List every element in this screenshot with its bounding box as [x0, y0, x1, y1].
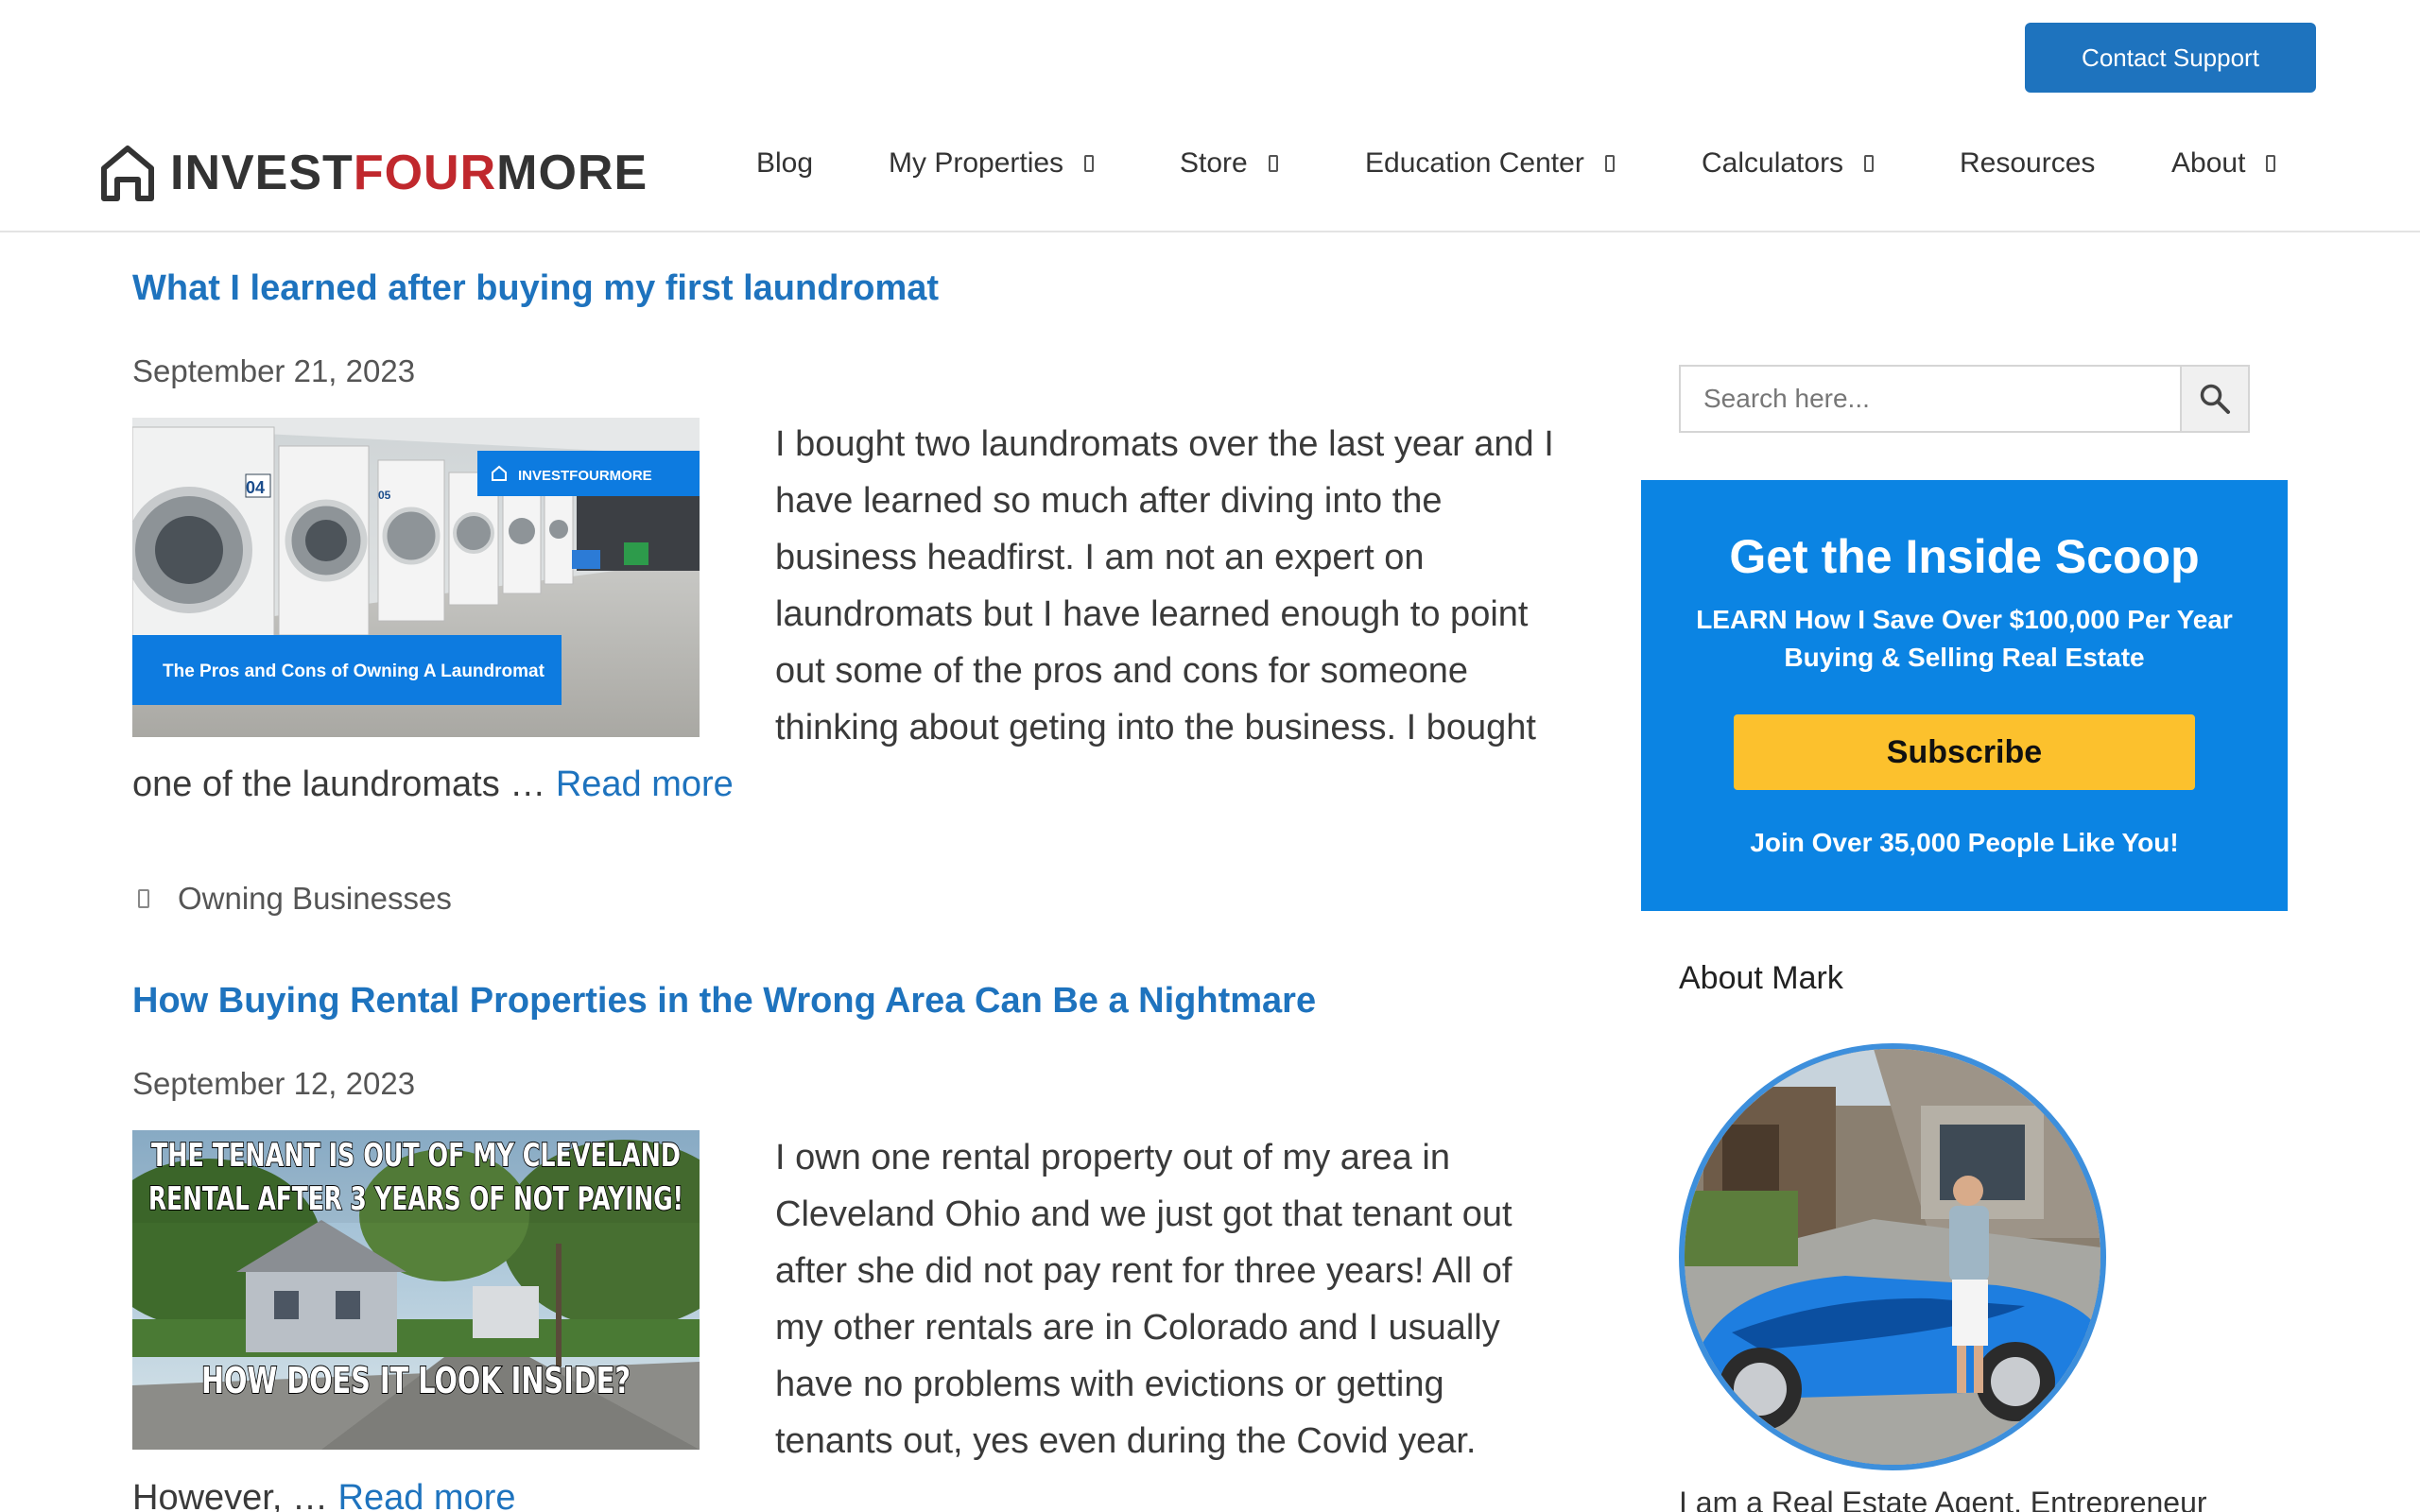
category-link[interactable]: Owning Businesses: [178, 881, 452, 917]
post-excerpt: I bought two laundromats over the last y…: [132, 416, 1560, 813]
post-title[interactable]: How Buying Rental Properties in the Wron…: [132, 981, 1316, 1022]
post-date: September 12, 2023: [132, 1066, 416, 1101]
nav-label: My Properties: [889, 147, 1064, 179]
site-header: INVESTFOURMORE Blog My Properties Store …: [0, 113, 2420, 232]
nav-label: Education Center: [1365, 147, 1584, 179]
nav-blog[interactable]: Blog: [756, 113, 813, 214]
about-heading: About Mark: [1679, 960, 1843, 996]
read-more-link[interactable]: Read more: [556, 765, 734, 804]
search-button[interactable]: [2180, 367, 2248, 431]
newsletter-optin-box: Get the Inside Scoop LEARN How I Save Ov…: [1641, 480, 2288, 911]
optin-footer: Join Over 35,000 People Like You!: [1750, 828, 2179, 857]
logo-wordmark: INVESTFOURMORE: [170, 146, 648, 200]
nav-my-properties[interactable]: My Properties: [889, 113, 1095, 214]
post-date: September 21, 2023: [132, 353, 416, 388]
contact-support-button[interactable]: Contact Support: [2025, 23, 2316, 93]
search-form: [1679, 365, 2250, 433]
dropdown-icon: [1084, 155, 1095, 172]
dropdown-icon: [1864, 155, 1875, 172]
excerpt-spacer: [132, 416, 775, 745]
top-bar: Contact Support: [0, 0, 2420, 113]
author-photo: [1679, 1043, 2106, 1470]
house-logo-icon: [101, 146, 154, 201]
author-photo-image: [1685, 1049, 2100, 1465]
nav-calculators[interactable]: Calculators: [1702, 113, 1875, 214]
nav-about[interactable]: About: [2171, 113, 2276, 214]
about-text: I am a Real Estate Agent, Entrepreneur: [1679, 1486, 2207, 1512]
nav-label: Store: [1180, 147, 1248, 179]
post-excerpt: I own one rental property out of my area…: [132, 1129, 1560, 1512]
nav-label: Resources: [1960, 147, 2096, 179]
excerpt-spacer: [132, 1129, 775, 1458]
site-logo[interactable]: INVESTFOURMORE: [98, 142, 648, 204]
post-title[interactable]: What I learned after buying my first lau…: [132, 268, 939, 309]
optin-subtitle: LEARN How I Save Over $100,000 Per Year …: [1696, 605, 2233, 672]
nav-label: Blog: [756, 147, 814, 179]
nav-resources[interactable]: Resources: [1960, 113, 2095, 214]
nav-label: About: [2171, 147, 2246, 179]
read-more-link[interactable]: Read more: [338, 1478, 516, 1512]
dropdown-icon: [2266, 155, 2276, 172]
search-input[interactable]: [1681, 367, 2180, 431]
dropdown-icon: [1268, 155, 1278, 172]
nav-label: Calculators: [1702, 147, 1844, 179]
subscribe-button[interactable]: Subscribe: [1734, 714, 2195, 790]
optin-title: Get the Inside Scoop: [1729, 530, 2200, 583]
folder-icon: [138, 889, 149, 908]
nav-store[interactable]: Store: [1180, 113, 1278, 214]
post-category: Owning Businesses: [132, 881, 452, 917]
nav-education-center[interactable]: Education Center: [1365, 113, 1615, 214]
dropdown-icon: [1604, 155, 1615, 172]
search-icon: [2200, 384, 2230, 414]
